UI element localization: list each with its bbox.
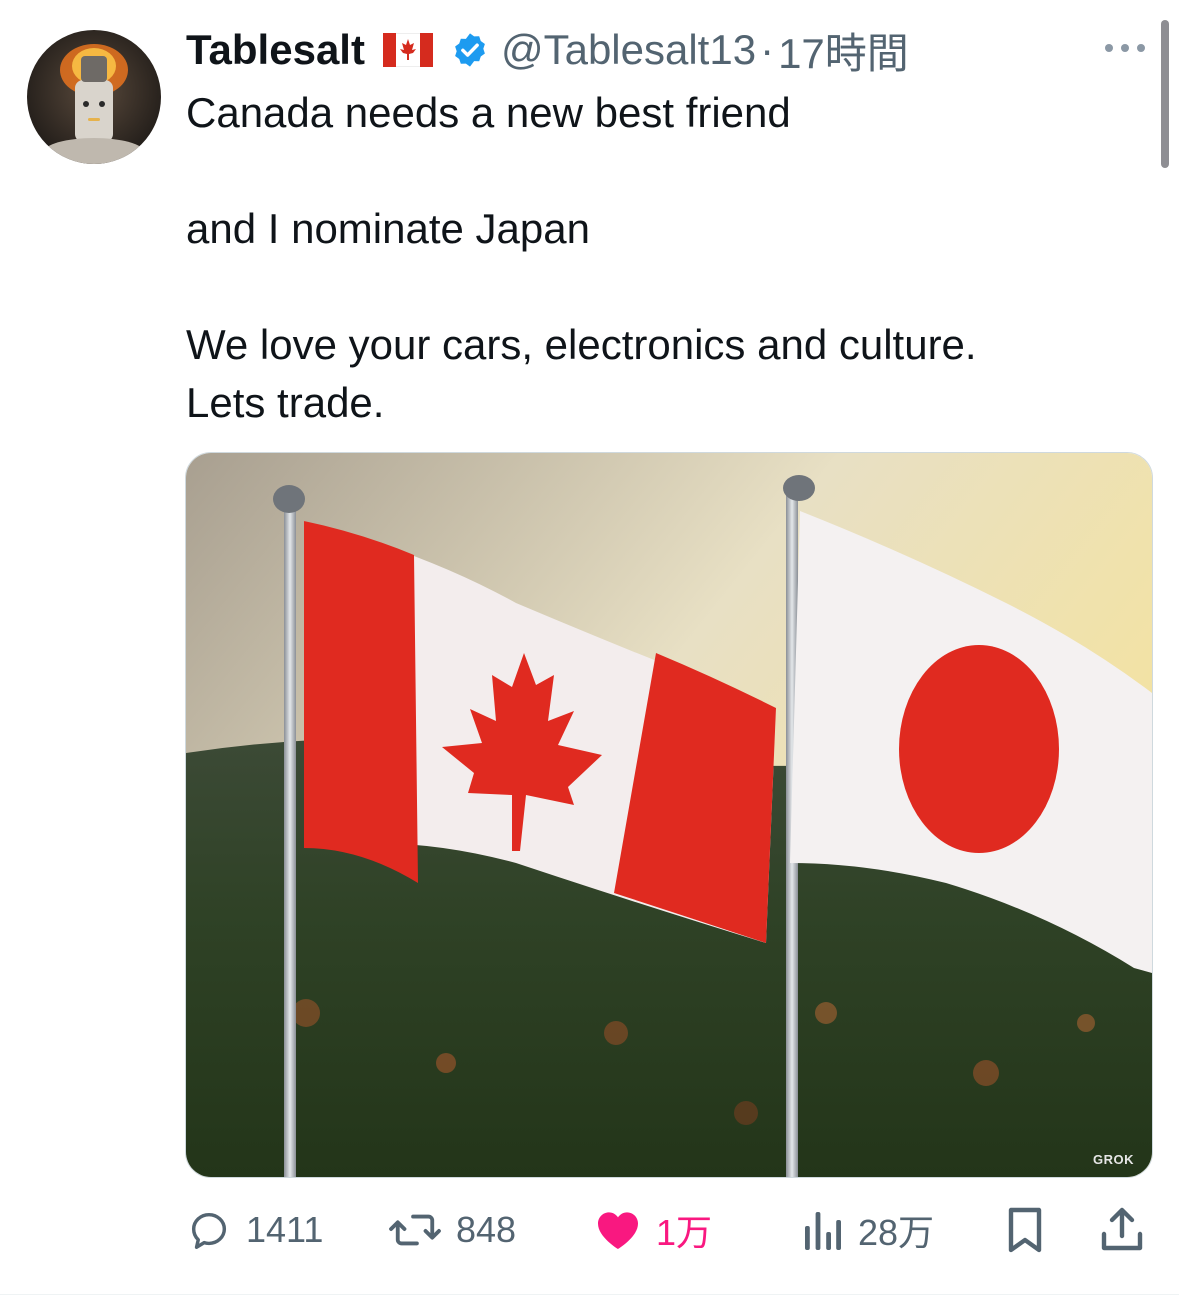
tweet-text-line: We love your cars, electronics and cultu… [186, 321, 977, 368]
tweet-image[interactable]: GROK [185, 452, 1153, 1178]
verified-badge-icon [451, 31, 489, 69]
reply-icon [191, 1212, 227, 1249]
canada-flag-icon [382, 32, 434, 68]
tweet-actions: 1411 848 1万 28万 [0, 1200, 1179, 1260]
reply-button[interactable]: 1411 [186, 1200, 323, 1260]
scrollbar[interactable] [1161, 20, 1169, 168]
avatar[interactable] [27, 30, 161, 164]
bookmark-icon [1008, 1207, 1042, 1253]
separator-dot: · [760, 26, 775, 73]
bookmark-button[interactable] [1005, 1200, 1059, 1260]
like-button[interactable]: 1万 [594, 1200, 712, 1260]
divider [0, 1294, 1179, 1295]
timestamp[interactable]: 17時間 [778, 20, 909, 81]
repost-icon [389, 1214, 441, 1246]
grok-watermark: GROK [1093, 1152, 1134, 1167]
view-count: 28万 [858, 1212, 935, 1253]
share-icon [1101, 1207, 1143, 1251]
repost-button[interactable]: 848 [388, 1200, 516, 1260]
views-icon [805, 1212, 841, 1250]
tweet-header: Tablesalt @Tablesalt13 · 17時間 [186, 24, 909, 77]
views-button[interactable]: 28万 [802, 1200, 934, 1260]
display-name[interactable]: Tablesalt [186, 26, 365, 74]
user-handle[interactable]: @Tablesalt13 [501, 26, 756, 74]
repost-count: 848 [456, 1209, 517, 1250]
reply-count: 1411 [246, 1209, 324, 1250]
share-button[interactable] [1100, 1200, 1158, 1260]
like-count: 1万 [656, 1212, 713, 1253]
tweet-text-line: and I nominate Japan [186, 205, 590, 252]
tweet-text-line: Canada needs a new best friend [186, 89, 791, 136]
more-options-icon[interactable] [1102, 36, 1148, 60]
tweet-text-line: Lets trade. [186, 379, 385, 426]
heart-icon [598, 1212, 638, 1249]
tweet-text: Canada needs a new best friend and I nom… [186, 84, 1136, 432]
